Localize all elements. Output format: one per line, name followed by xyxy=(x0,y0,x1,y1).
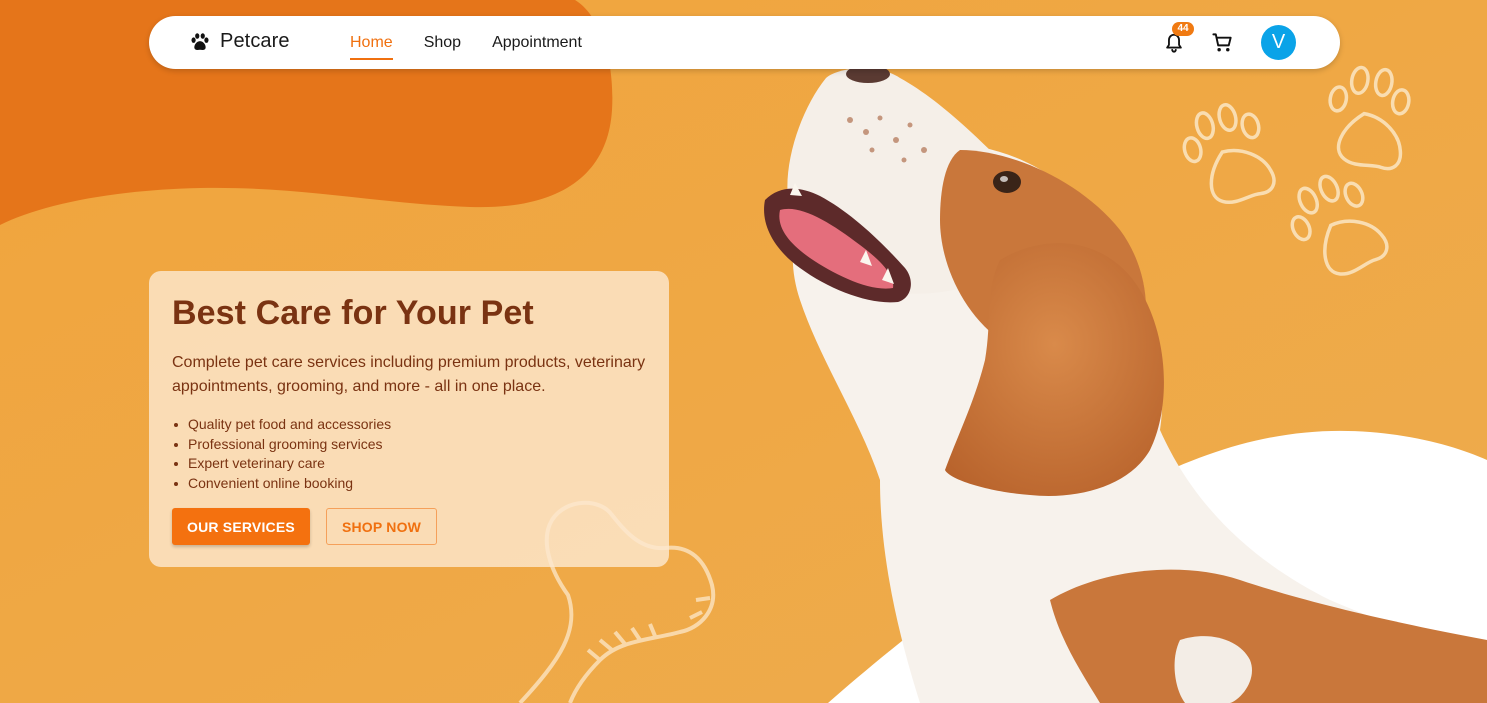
cart-button[interactable] xyxy=(1210,31,1234,55)
hero-title: Best Care for Your Pet xyxy=(172,294,534,332)
shop-now-button[interactable]: SHOP NOW xyxy=(325,508,438,546)
hero-card: Best Care for Your Pet Complete pet care… xyxy=(149,271,669,567)
feature-item: Expert veterinary care xyxy=(172,454,646,474)
nav-link-appointment[interactable]: Appointment xyxy=(492,30,582,56)
hero-description: Complete pet care services including pre… xyxy=(172,354,646,395)
feature-item: Quality pet food and accessories xyxy=(172,415,646,435)
nav-link-shop[interactable]: Shop xyxy=(424,30,461,56)
notification-count-badge: 44 xyxy=(1172,21,1194,36)
feature-item: Convenient online booking xyxy=(172,474,646,494)
brand-name: Petcare xyxy=(220,30,290,52)
nav-links: Home Shop Appointment xyxy=(350,16,582,69)
cart-icon xyxy=(1211,33,1232,52)
nav-actions: 44 V xyxy=(1162,16,1296,69)
user-avatar[interactable]: V xyxy=(1261,25,1296,60)
feature-item: Professional grooming services xyxy=(172,435,646,455)
feature-list: Quality pet food and accessories Profess… xyxy=(172,415,646,493)
brand-logo[interactable]: Petcare xyxy=(189,30,290,53)
nav-link-home[interactable]: Home xyxy=(350,30,393,60)
our-services-button[interactable]: OUR SERVICES xyxy=(172,508,310,546)
notifications-button[interactable]: 44 xyxy=(1162,21,1194,55)
paw-icon xyxy=(191,32,209,50)
hero-buttons: OUR SERVICES SHOP NOW xyxy=(172,508,646,546)
top-navbar: Petcare Home Shop Appointment 44 V xyxy=(149,16,1340,69)
